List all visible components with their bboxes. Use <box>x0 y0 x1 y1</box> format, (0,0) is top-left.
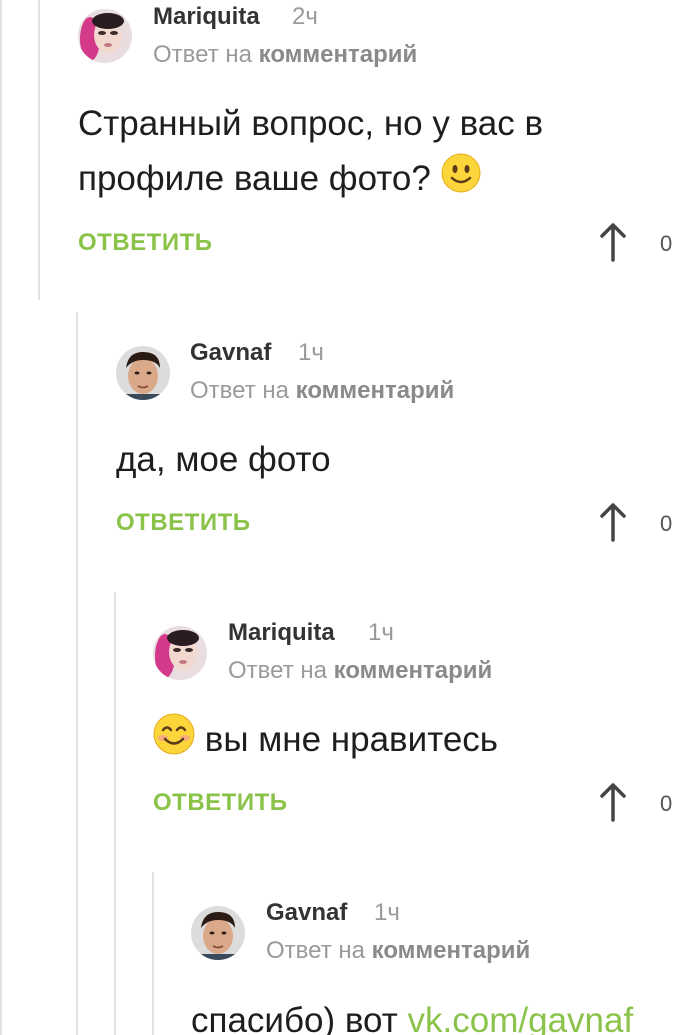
thread-line-level-3 <box>114 592 116 1035</box>
reply-target-link[interactable]: комментарий <box>334 657 493 684</box>
thread-line-level-2 <box>76 312 78 1035</box>
reply-target-link[interactable]: комментарий <box>372 937 531 964</box>
reply-prefix: Ответ на <box>266 937 365 964</box>
arrow-up-icon[interactable] <box>599 502 627 542</box>
reply-prefix: Ответ на <box>190 377 289 404</box>
comment-text-line: профиле ваше фото? <box>78 151 543 209</box>
vote-count: 0 <box>660 511 673 536</box>
comment-author[interactable]: Mariquita <box>153 3 260 31</box>
slightly-smiling-face-emoji <box>441 153 481 209</box>
avatar[interactable] <box>116 346 170 400</box>
reply-target-link[interactable]: комментарий <box>259 41 418 68</box>
reply-target-link[interactable]: комментарий <box>296 377 455 404</box>
thread-line-level-4 <box>152 872 154 1035</box>
comment-time: 2ч <box>292 3 318 30</box>
comment-author[interactable]: Gavnaf <box>266 899 347 927</box>
comment-text: Странный вопрос, но у вас в профиле ваше… <box>78 96 543 209</box>
reply-to-line: Ответ на комментарий <box>190 377 454 405</box>
thread-line-level-0 <box>0 0 2 1035</box>
comment-text-segment: профиле ваше фото? <box>78 159 431 198</box>
avatar[interactable] <box>78 9 132 63</box>
thread-line-level-1 <box>38 0 40 300</box>
reply-to-line: Ответ на комментарий <box>153 41 417 69</box>
avatar[interactable] <box>191 906 245 960</box>
comment-time: 1ч <box>374 899 400 926</box>
avatar-image <box>153 626 207 680</box>
smiling-face-with-smiling-eyes-emoji <box>153 713 195 771</box>
profile-link[interactable]: vk.com/gavnaf <box>408 1001 634 1035</box>
comment-time: 1ч <box>368 619 394 646</box>
comment-author[interactable]: Gavnaf <box>190 339 271 367</box>
arrow-up-icon[interactable] <box>599 222 627 262</box>
reply-to-line: Ответ на комментарий <box>228 657 492 685</box>
reply-prefix: Ответ на <box>228 657 327 684</box>
avatar-image <box>116 346 170 400</box>
comment-author[interactable]: Mariquita <box>228 619 335 647</box>
reply-prefix: Ответ на <box>153 41 252 68</box>
comments-page: Mariquita 2ч Ответ на комментарий Странн… <box>0 0 700 1035</box>
reply-to-line: Ответ на комментарий <box>266 937 530 965</box>
comment-text-segment: вы мне нравитесь <box>204 720 499 759</box>
reply-button[interactable]: ОТВЕТИТЬ <box>116 509 251 537</box>
comment-text-segment: спасибо) вот <box>191 1001 398 1035</box>
comment-time: 1ч <box>298 339 324 366</box>
reply-button[interactable]: ОТВЕТИТЬ <box>153 789 288 817</box>
avatar[interactable] <box>153 626 207 680</box>
arrow-up-icon[interactable] <box>599 782 627 822</box>
comment-text: вы мне нравитесь <box>153 712 498 771</box>
vote-count: 0 <box>660 791 673 816</box>
reply-button[interactable]: ОТВЕТИТЬ <box>78 229 213 257</box>
avatar-image <box>78 9 132 63</box>
comment-text: да, мое фото <box>116 440 331 479</box>
avatar-image <box>191 906 245 960</box>
comment-text: спасибо) вот vk.com/gavnaf <box>191 993 633 1035</box>
vote-count: 0 <box>660 231 673 256</box>
comment-text-line: Странный вопрос, но у вас в <box>78 104 544 143</box>
